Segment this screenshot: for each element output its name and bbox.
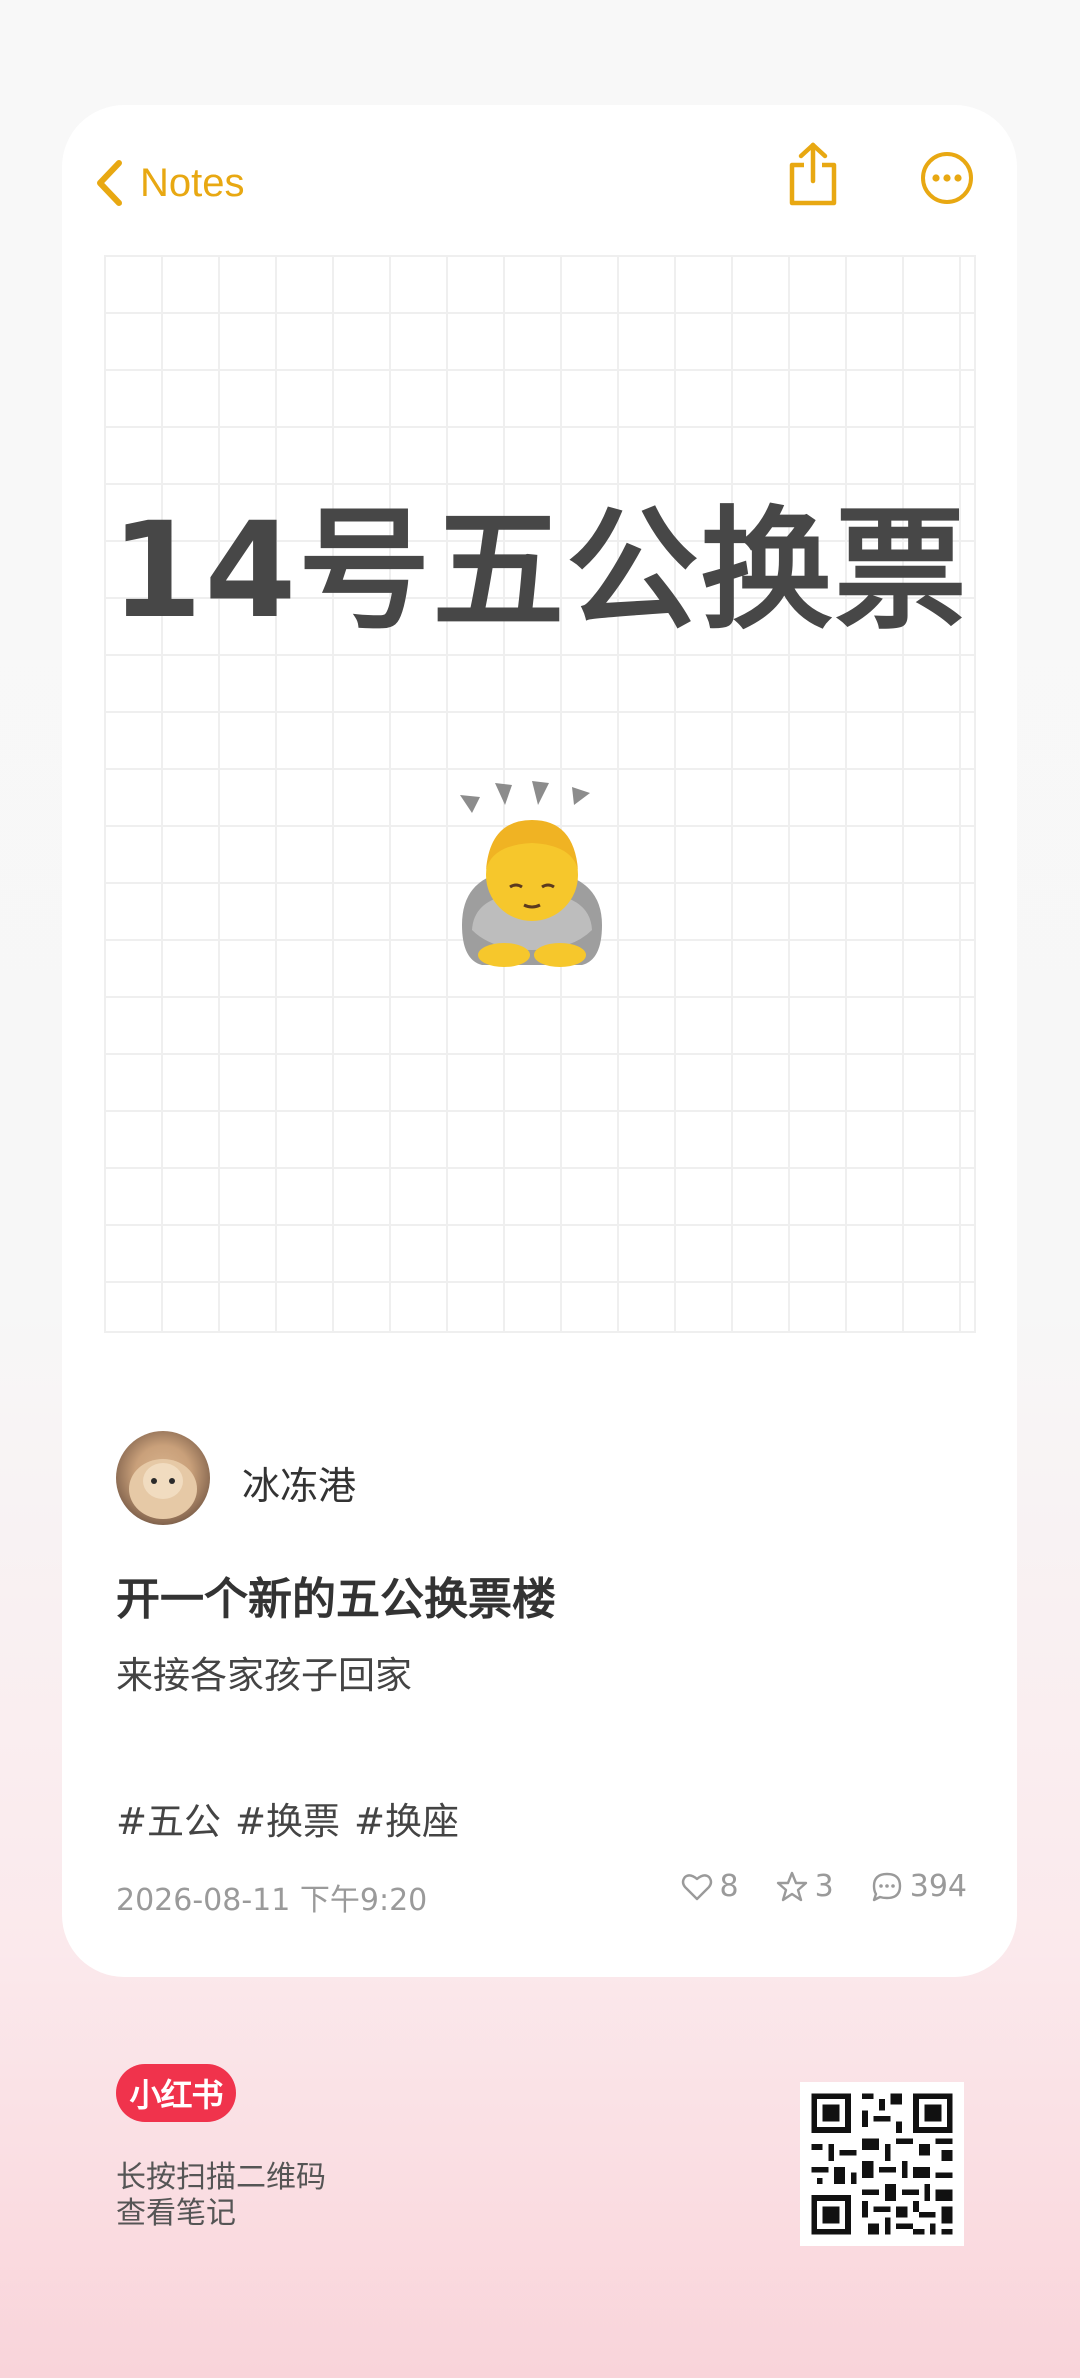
post-stats: 8 3 394 xyxy=(644,1869,967,1904)
tag-item[interactable]: #五公 xyxy=(116,1791,221,1845)
top-bar: Notes xyxy=(62,105,1017,255)
note-card: Notes 14号五公换票 冰冻港 开一个新的五公换票楼 来接各家孩子回家 #五… xyxy=(62,105,1017,1977)
tag-item[interactable]: #换座 xyxy=(354,1791,459,1845)
more-circle-icon[interactable] xyxy=(920,151,974,205)
tag-list: #五公 #换票 #换座 xyxy=(116,1791,459,1845)
scan-hint-line2: 查看笔记 xyxy=(116,2196,236,2231)
author-avatar[interactable] xyxy=(116,1431,210,1525)
heart-icon xyxy=(681,1873,712,1900)
like-button[interactable]: 8 xyxy=(680,1869,739,1904)
favorite-count: 3 xyxy=(814,1869,834,1904)
back-label: Notes xyxy=(140,160,245,205)
favorite-button[interactable]: 3 xyxy=(775,1869,834,1904)
comment-icon xyxy=(872,1872,901,1901)
chevron-left-icon xyxy=(97,160,122,206)
comment-button[interactable]: 394 xyxy=(870,1869,967,1904)
qr-code[interactable] xyxy=(800,2082,964,2246)
bowing-person-emoji xyxy=(460,781,602,967)
tag-item[interactable]: #换票 xyxy=(235,1791,340,1845)
xiaohongshu-logo: 小红书 xyxy=(116,2064,236,2122)
author-name[interactable]: 冰冻港 xyxy=(242,1455,356,1510)
note-big-title: 14号五公换票 xyxy=(110,494,969,648)
post-title: 开一个新的五公换票楼 xyxy=(116,1574,556,1625)
share-icon[interactable] xyxy=(784,141,842,207)
post-subtitle: 来接各家孩子回家 xyxy=(116,1654,412,1697)
star-icon xyxy=(776,1871,807,1901)
comment-count: 394 xyxy=(909,1869,967,1904)
back-button[interactable]: Notes xyxy=(92,153,245,213)
post-date: 2026-08-11 下午9:20 xyxy=(116,1883,428,1918)
like-count: 8 xyxy=(719,1869,739,1904)
